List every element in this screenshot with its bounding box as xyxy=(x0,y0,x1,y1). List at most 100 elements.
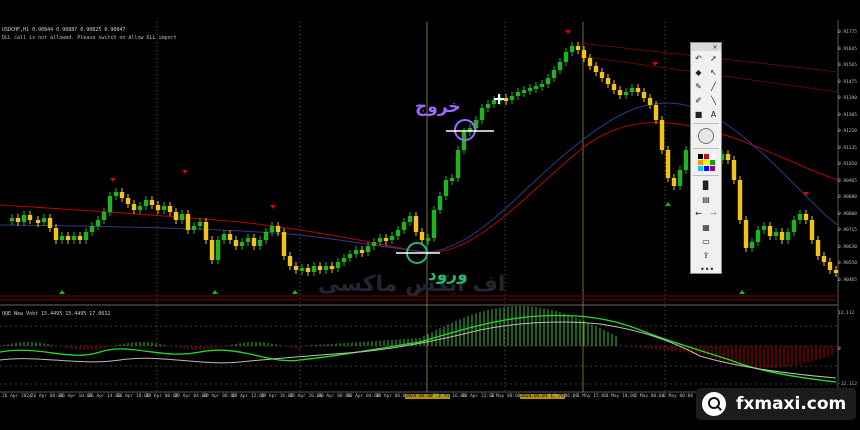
candle xyxy=(395,230,401,236)
candle xyxy=(113,192,119,196)
candle xyxy=(611,84,617,90)
candle xyxy=(725,154,731,160)
candle xyxy=(335,262,341,268)
price-tick: 0.90630 xyxy=(838,244,857,250)
indicator-tick: -12.112 xyxy=(838,382,857,387)
candle xyxy=(821,256,827,262)
candle xyxy=(15,218,21,222)
time-tick: 26 Apr 10:00 xyxy=(59,394,93,399)
buy-arrow-icon xyxy=(739,290,745,294)
candle xyxy=(827,262,833,270)
candle xyxy=(437,196,443,210)
indicator-label: QQE New Vokt 15.4495 15.4495 17.0612 xyxy=(2,311,111,317)
indicator-tick: 0 xyxy=(838,347,841,352)
text-icon[interactable]: A xyxy=(708,109,720,120)
candle xyxy=(479,108,485,120)
candle xyxy=(389,236,395,240)
candle xyxy=(809,220,815,240)
screen-icon[interactable]: ▭ xyxy=(700,236,712,247)
candle xyxy=(359,250,365,253)
price-chart[interactable] xyxy=(0,0,860,430)
candle xyxy=(425,238,431,241)
line-icon[interactable]: ╱ xyxy=(708,81,720,92)
price-tick: 0.90800 xyxy=(838,211,857,217)
price-tick: 0.91220 xyxy=(838,129,857,134)
candle xyxy=(161,206,167,210)
candle xyxy=(569,46,575,52)
candle xyxy=(341,258,347,262)
price-tick: 0.91475 xyxy=(838,79,857,85)
price-tick: 0.91775 xyxy=(838,30,857,35)
share-icon[interactable]: ⇪ xyxy=(700,250,712,261)
candle xyxy=(575,46,581,50)
more-icon[interactable]: ••• xyxy=(700,264,714,275)
forward-icon[interactable]: → xyxy=(708,208,720,219)
price-tick: 0.91135 xyxy=(838,145,857,151)
candle xyxy=(77,236,83,240)
marker-icon[interactable]: ✐ xyxy=(693,95,705,106)
price-tick: 0.91050 xyxy=(838,162,857,167)
save-icon[interactable]: ▉ xyxy=(700,180,712,191)
time-tick: 29 Apr 04:00 xyxy=(174,394,208,399)
back-icon[interactable]: ← xyxy=(693,208,705,219)
candle xyxy=(653,105,659,120)
candle xyxy=(431,210,437,238)
cursor-icon[interactable]: ➚ xyxy=(708,53,720,64)
candle xyxy=(95,220,101,226)
candle xyxy=(755,230,761,242)
copy-icon[interactable]: ▤ xyxy=(700,194,712,205)
candle xyxy=(779,232,785,240)
brand-name: fxmaxi.com xyxy=(736,394,847,414)
candle xyxy=(323,266,329,270)
toolbox-close-icon[interactable]: × xyxy=(709,44,721,51)
undo-icon[interactable]: ↶ xyxy=(693,53,705,64)
candle xyxy=(305,268,311,272)
pointer-icon[interactable]: ↖ xyxy=(708,67,720,78)
candle xyxy=(803,214,809,220)
time-tick: 1 May 15:00 xyxy=(577,394,607,399)
candle xyxy=(623,92,629,95)
candle xyxy=(239,242,245,246)
circle-icon[interactable] xyxy=(698,128,714,144)
candle xyxy=(527,88,533,91)
candle xyxy=(593,66,599,72)
time-tick: 30 Apr 06:00 xyxy=(375,394,409,399)
candle xyxy=(275,226,281,232)
candle xyxy=(191,226,197,230)
price-tick: 0.90965 xyxy=(838,178,857,184)
candle xyxy=(383,238,389,241)
buy-arrow-icon xyxy=(59,290,65,294)
brand-badge[interactable]: fxmaxi.com xyxy=(696,388,856,420)
drawing-toolbox[interactable]: × ↶ ➚ ◆ ↖ ✎ ╱ ✐ ╲ ■ A ▉ ▤ ← → ▦ ▭ ⇪ ••• xyxy=(690,42,722,274)
time-tick: 2 May 00:00 xyxy=(663,394,694,399)
brush-icon[interactable]: ╲ xyxy=(708,95,720,106)
sell-arrow-icon xyxy=(565,30,571,34)
sell-arrow-icon xyxy=(270,205,276,209)
highlighter-icon[interactable]: ■ xyxy=(693,109,705,120)
candle xyxy=(149,200,155,205)
candle xyxy=(53,228,59,240)
price-tick: 0.91390 xyxy=(838,96,857,101)
buy-arrow-icon xyxy=(292,290,298,294)
watermark-text: اف ایکس ماکسی xyxy=(318,272,506,297)
candle xyxy=(659,120,665,150)
candle xyxy=(293,266,299,270)
candle xyxy=(371,242,377,246)
time-tick: 29 Apr 00:00 xyxy=(145,394,179,399)
candle xyxy=(791,220,797,232)
pen-icon[interactable]: ✎ xyxy=(693,81,705,92)
sell-arrow-icon xyxy=(110,178,116,182)
eraser-icon[interactable]: ◆ xyxy=(693,67,705,78)
candle xyxy=(407,216,413,222)
time-tick: 30 Apr 00:00 xyxy=(318,394,351,399)
color-grid-icon[interactable] xyxy=(697,153,715,171)
qqe-fast-line xyxy=(0,314,837,383)
time-tick: 29 Apr 12:00 xyxy=(232,394,265,399)
candle xyxy=(203,222,209,240)
candle xyxy=(539,84,545,87)
layout-icon[interactable]: ▦ xyxy=(700,222,712,233)
candle xyxy=(551,70,557,78)
price-tick: 0.91645 xyxy=(838,46,857,52)
candle xyxy=(797,214,803,220)
candle xyxy=(491,100,497,104)
